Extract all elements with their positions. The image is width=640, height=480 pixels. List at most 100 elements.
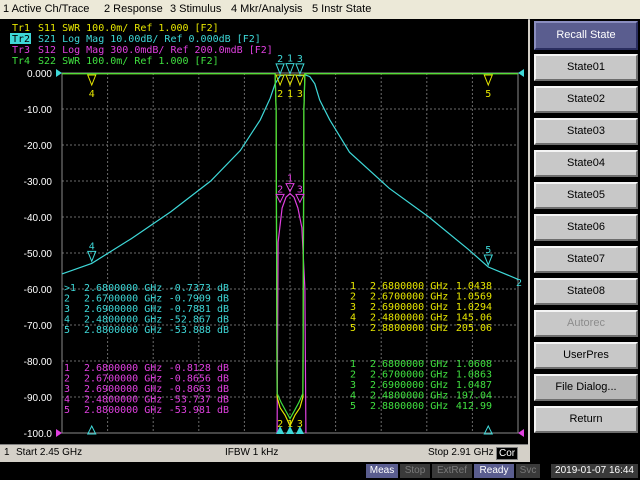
marker-table-index: 4 [350, 313, 356, 324]
state04-button[interactable]: State04 [534, 150, 638, 177]
menu-active-ch-trace[interactable]: 1 Active Ch/Trace [3, 0, 89, 19]
marker-top-triangle [483, 74, 493, 87]
marker-table-value: 197.04 [456, 391, 492, 402]
recall-state-title[interactable]: Recall State [534, 21, 638, 50]
marker-table-value: -53.981 dB [169, 405, 229, 416]
autorec-button[interactable]: Autorec [534, 310, 638, 337]
y-tick-label: -70.00 [24, 321, 53, 332]
status-ready: Ready [474, 464, 514, 478]
marker-table-value: -53.888 dB [169, 325, 229, 336]
userpres-button[interactable]: UserPres [534, 342, 638, 369]
state05-button[interactable]: State05 [534, 182, 638, 209]
marker-table-frequency: 2.6700000 GHz [370, 370, 448, 381]
marker-s21-label: 2 [277, 54, 283, 65]
ref-level-left-arrow [56, 69, 62, 77]
trace-4-setting: S22 SWR 100.0m/ Ref 1.000 [F2] [38, 56, 219, 67]
y-tick-label: -100.0 [24, 429, 53, 440]
marker-table-frequency: 2.8800000 GHz [84, 325, 162, 336]
marker-table-index: 2 [64, 374, 70, 385]
status-extref: ExtRef [432, 464, 472, 478]
menu-mkr-analysis[interactable]: 4 Mkr/Analysis [231, 0, 303, 19]
marker-table-frequency: 2.6700000 GHz [84, 294, 162, 305]
marker-table-frequency: 2.6800000 GHz [370, 359, 448, 370]
state08-button[interactable]: State08 [534, 278, 638, 305]
marker-s12-label: 2 [277, 184, 283, 195]
marker-table-value: 205.06 [456, 323, 492, 334]
marker-table-index: 5 [64, 325, 70, 336]
file-dialog-button[interactable]: File Dialog... [534, 374, 638, 401]
marker-table-frequency: 2.6800000 GHz [84, 363, 162, 374]
marker-top-label: 3 [297, 89, 303, 100]
state02-button[interactable]: State02 [534, 86, 638, 113]
ref-level-bottom-left-arrow [56, 429, 62, 437]
marker-table-index: 4 [64, 315, 70, 326]
marker-table-value: -0.7881 dB [169, 304, 229, 315]
ref-level-bottom-right-arrow [518, 429, 524, 437]
marker-table-value: -0.8663 dB [169, 384, 229, 395]
marker-table-frequency: 2.4800000 GHz [84, 395, 162, 406]
chart-window[interactable]: Tr1 S11 SWR 100.0m/ Ref 1.000 [F2] Tr2 S21 … [0, 19, 528, 444]
marker-table-index: 2 [64, 294, 70, 305]
marker-table-index: 3 [64, 304, 70, 315]
trace-right-edge-label: 2 [516, 278, 522, 289]
state07-button[interactable]: State07 [534, 246, 638, 273]
correction-badge: Cor [496, 447, 519, 460]
marker-table-value: -0.7373 dB [169, 283, 229, 294]
marker-table-value: 145.06 [456, 313, 492, 324]
marker-table-index: 3 [64, 384, 70, 395]
marker-table-frequency: 2.8800000 GHz [370, 401, 448, 412]
marker-table-frequency: 2.6800000 GHz [370, 281, 448, 292]
marker-top-triangle [87, 74, 97, 87]
marker-s12-label: 1 [287, 174, 293, 185]
marker-s21-triangle [483, 254, 493, 267]
y-tick-label: -40.00 [24, 213, 53, 224]
marker-table-value: 1.0438 [456, 281, 492, 292]
marker-s21-triangle [285, 63, 295, 76]
marker-table-frequency: 2.6700000 GHz [370, 292, 448, 303]
status-stop: Stop [400, 464, 430, 478]
ifbw-label[interactable]: IFBW 1 kHz [225, 447, 278, 458]
y-tick-label: -60.00 [24, 285, 53, 296]
marker-table-value: 1.0608 [456, 359, 492, 370]
status-bar: Meas Stop ExtRef Ready Svc 2019-01-07 16… [0, 462, 640, 480]
trace-1-id: Tr1 [12, 23, 30, 34]
stop-frequency[interactable]: Stop 2.91 GHz [428, 447, 494, 458]
state01-button[interactable]: State01 [534, 54, 638, 81]
y-tick-label: -50.00 [24, 249, 53, 260]
marker-table-index: 3 [350, 302, 356, 313]
trace-2-id: Tr2 [12, 34, 30, 45]
trace-chart: Tr1 S11 SWR 100.0m/ Ref 1.000 [F2] Tr2 S21 … [10, 23, 524, 440]
marker-table-index: 5 [350, 401, 356, 412]
marker-table-index: 5 [64, 405, 70, 416]
marker-table-value: -0.8128 dB [169, 363, 229, 374]
state03-button[interactable]: State03 [534, 118, 638, 145]
state06-button[interactable]: State06 [534, 214, 638, 241]
marker-table-frequency: 2.6900000 GHz [84, 384, 162, 395]
start-frequency[interactable]: Start 2.45 GHz [16, 447, 82, 458]
marker-table-frequency: 2.4800000 GHz [370, 313, 448, 324]
y-tick-label: -10.00 [24, 105, 53, 116]
marker-table-frequency: 2.6800000 GHz [84, 283, 162, 294]
marker-table-frequency: 2.6900000 GHz [84, 304, 162, 315]
marker-table-index: 5 [350, 323, 356, 334]
trace-4-id: Tr4 [12, 56, 30, 67]
status-svc: Svc [516, 464, 540, 478]
marker-table-index: >1 [64, 283, 76, 294]
marker-table-value: 1.0569 [456, 292, 492, 303]
marker-table-value: 1.0863 [456, 370, 492, 381]
channel-number: 1 [4, 447, 10, 458]
return-button[interactable]: Return [534, 406, 638, 433]
marker-top-label: 1 [287, 89, 293, 100]
menu-stimulus[interactable]: 3 Stimulus [170, 0, 221, 19]
marker-table-value: -0.7909 dB [169, 294, 229, 305]
trace-2-setting: S21 Log Mag 10.00dB/ Ref 0.000dB [F2] [38, 34, 261, 45]
marker-table-value: 1.0487 [456, 380, 492, 391]
marker-table-frequency: 2.4800000 GHz [370, 391, 448, 402]
trace-3-setting: S12 Log Mag 300.0mdB/ Ref 200.0mdB [F2] [38, 45, 273, 56]
marker-table-index: 2 [350, 370, 356, 381]
ref-level-right-arrow [518, 69, 524, 77]
marker-top-label: 2 [277, 89, 283, 100]
menu-response[interactable]: 2 Response [104, 0, 163, 19]
marker-table-frequency: 2.4800000 GHz [84, 315, 162, 326]
menu-instr-state[interactable]: 5 Instr State [312, 0, 371, 19]
